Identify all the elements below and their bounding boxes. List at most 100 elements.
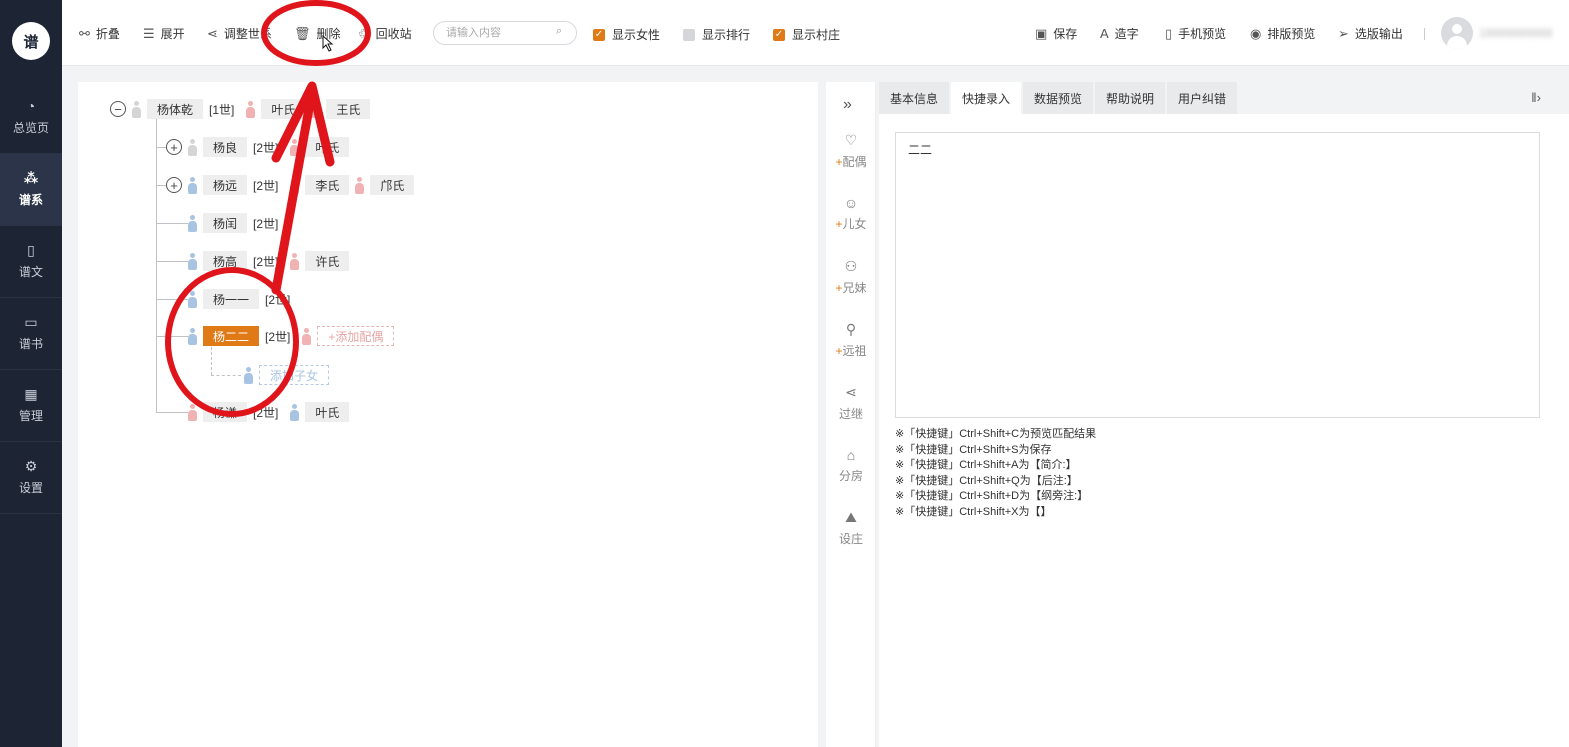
- logo-icon: 谱: [12, 22, 50, 60]
- add-spouse-button[interactable]: +添加配偶: [317, 326, 395, 346]
- make-char-button[interactable]: A 造字: [1100, 25, 1139, 42]
- person-name[interactable]: 杨远: [203, 175, 248, 195]
- logo[interactable]: 谱: [0, 0, 62, 82]
- recycle-bin-button[interactable]: ♲ 回收站: [358, 25, 412, 42]
- search-icon[interactable]: ⌕: [556, 25, 562, 38]
- tab-help[interactable]: 帮助说明: [1095, 82, 1165, 114]
- avatar[interactable]: [1441, 17, 1473, 49]
- sidebar-item-book[interactable]: ▭ 谱书: [0, 298, 62, 370]
- tab-quick-entry[interactable]: 快捷录入: [951, 82, 1021, 114]
- tab-basic-info[interactable]: 基本信息: [879, 82, 949, 114]
- tree-node: 杨闰 [2世]: [182, 213, 284, 233]
- sidebar-item-overview[interactable]: ◔ 总览页: [0, 82, 62, 154]
- tool-label: +儿女: [835, 217, 867, 231]
- tree-connector-dashed: [211, 347, 212, 375]
- show-female-checkbox[interactable]: ✓ 显示女性: [593, 26, 660, 43]
- tree-node: + 杨良 [2世] 叶氏: [166, 137, 350, 157]
- male-icon: [188, 327, 197, 345]
- person-name[interactable]: 杨高: [203, 251, 248, 271]
- show-rank-checkbox[interactable]: 显示排行: [683, 26, 750, 43]
- person-name-selected[interactable]: 杨二二: [203, 326, 260, 346]
- spouse-name[interactable]: 叶氏: [305, 137, 350, 157]
- sidebar-item-lineage[interactable]: ⁂ 谱系: [0, 154, 62, 226]
- person-icon: [188, 138, 197, 156]
- branch-tool[interactable]: ⌂ 分房: [826, 447, 876, 484]
- export-button[interactable]: ➢ 选版输出: [1338, 25, 1403, 42]
- add-siblings-tool[interactable]: ⚇ +兄妹: [826, 258, 876, 296]
- person-name[interactable]: 杨体乾: [147, 99, 204, 119]
- add-ancestor-tool[interactable]: ⚲ +远祖: [826, 321, 876, 359]
- grid-icon: ▦: [24, 386, 38, 402]
- tree-node: 杨高 [2世] 许氏: [182, 251, 350, 271]
- tab-data-preview[interactable]: 数据预览: [1023, 82, 1093, 114]
- eye-icon: ◉: [1250, 25, 1262, 41]
- font-icon: A: [1100, 26, 1109, 41]
- add-spouse-tool[interactable]: ♡ +配偶: [826, 132, 876, 170]
- adjust-lineage-button[interactable]: ⋖ 调整世系: [207, 25, 272, 42]
- user-name[interactable]: 18888888888: [1479, 26, 1552, 40]
- settle-tool[interactable]: ⛰ 设庄: [826, 509, 876, 547]
- fold-button[interactable]: ⚯ 折叠: [79, 25, 120, 42]
- tool-label: 分房: [838, 469, 863, 483]
- male-icon: [244, 366, 253, 384]
- collapse-panel-icon[interactable]: ‖›: [1531, 90, 1541, 105]
- send-icon: ➢: [1338, 25, 1349, 41]
- toolbar-divider: [1424, 28, 1425, 40]
- tool-label: +配偶: [835, 155, 867, 169]
- adjust-lineage-label: 调整世系: [223, 27, 272, 41]
- expand-toggle-icon[interactable]: +: [166, 177, 182, 193]
- add-children-tool[interactable]: ☺ +儿女: [826, 195, 876, 232]
- spouse-name[interactable]: 邝氏: [370, 175, 415, 195]
- person-icon: [132, 100, 141, 118]
- double-chevron-right-icon[interactable]: »: [843, 96, 852, 114]
- generation-label: [2世]: [253, 405, 279, 420]
- spouse-name[interactable]: 李氏: [305, 175, 350, 195]
- spouse-name[interactable]: 叶氏: [261, 99, 306, 119]
- add-child-button[interactable]: 添加子女: [259, 365, 330, 385]
- person-name[interactable]: 杨一一: [203, 289, 260, 309]
- female-icon: [290, 138, 300, 156]
- save-button[interactable]: ▣ 保存: [1035, 25, 1077, 42]
- avatar-body: [1447, 36, 1467, 49]
- generation-label: [2世]: [265, 292, 291, 307]
- show-village-label: 显示村庄: [792, 28, 841, 42]
- trash-icon: 🗑: [294, 25, 311, 41]
- generation-label: [2世]: [265, 329, 291, 344]
- mobile-preview-button[interactable]: ▯ 手机预览: [1165, 25, 1226, 42]
- female-icon: [311, 100, 321, 118]
- layout-preview-label: 排版预览: [1267, 27, 1316, 41]
- delete-button[interactable]: 🗑 删除: [294, 25, 341, 42]
- hint-line: ※「快捷键」Ctrl+Shift+D为【纲旁注:】: [895, 490, 1089, 503]
- tab-user-correction[interactable]: 用户纠错: [1167, 82, 1237, 114]
- expand-toggle-icon[interactable]: +: [166, 139, 182, 155]
- person-name[interactable]: 杨闰: [203, 213, 248, 233]
- person-name[interactable]: 杨良: [203, 137, 248, 157]
- quick-entry-textarea[interactable]: [895, 132, 1540, 418]
- spouse-name[interactable]: 王氏: [326, 99, 371, 119]
- mobile-preview-label: 手机预览: [1178, 27, 1227, 41]
- person-name[interactable]: 杨谦: [203, 402, 248, 422]
- female-icon: [302, 327, 312, 345]
- make-char-label: 造字: [1114, 27, 1139, 41]
- sidebar-item-manage[interactable]: ▦ 管理: [0, 370, 62, 442]
- spouse-name[interactable]: 叶氏: [305, 402, 350, 422]
- adopt-tool[interactable]: ⋖ 过继: [826, 384, 876, 422]
- fold-label: 折叠: [95, 27, 120, 41]
- mobile-icon: ▯: [1165, 25, 1173, 41]
- detail-panel: 基本信息 快捷录入 数据预览 帮助说明 用户纠错 ‖› ※「快捷键」Ctrl+S…: [879, 82, 1569, 747]
- male-icon: [188, 214, 197, 232]
- sidebar-item-label: 谱书: [18, 337, 43, 351]
- layout-preview-button[interactable]: ◉ 排版预览: [1250, 25, 1315, 42]
- expand-button[interactable]: ☰ 展开: [143, 25, 185, 42]
- delete-label: 删除: [316, 27, 341, 41]
- recycle-icon: ♲: [358, 25, 370, 41]
- tree-node-root: − 杨体乾 [1世] 叶氏 王氏: [110, 99, 371, 119]
- book-icon: ▭: [24, 314, 38, 330]
- collapse-toggle-icon[interactable]: −: [110, 101, 126, 117]
- spouse-name[interactable]: 许氏: [305, 251, 350, 271]
- sidebar-item-documents[interactable]: ▯ 谱文: [0, 226, 62, 298]
- sidebar-item-label: 总览页: [12, 121, 49, 135]
- tree-node-add-child: 添加子女: [238, 365, 330, 385]
- show-village-checkbox[interactable]: ✓ 显示村庄: [773, 26, 840, 43]
- sidebar-item-settings[interactable]: ⚙ 设置: [0, 442, 62, 514]
